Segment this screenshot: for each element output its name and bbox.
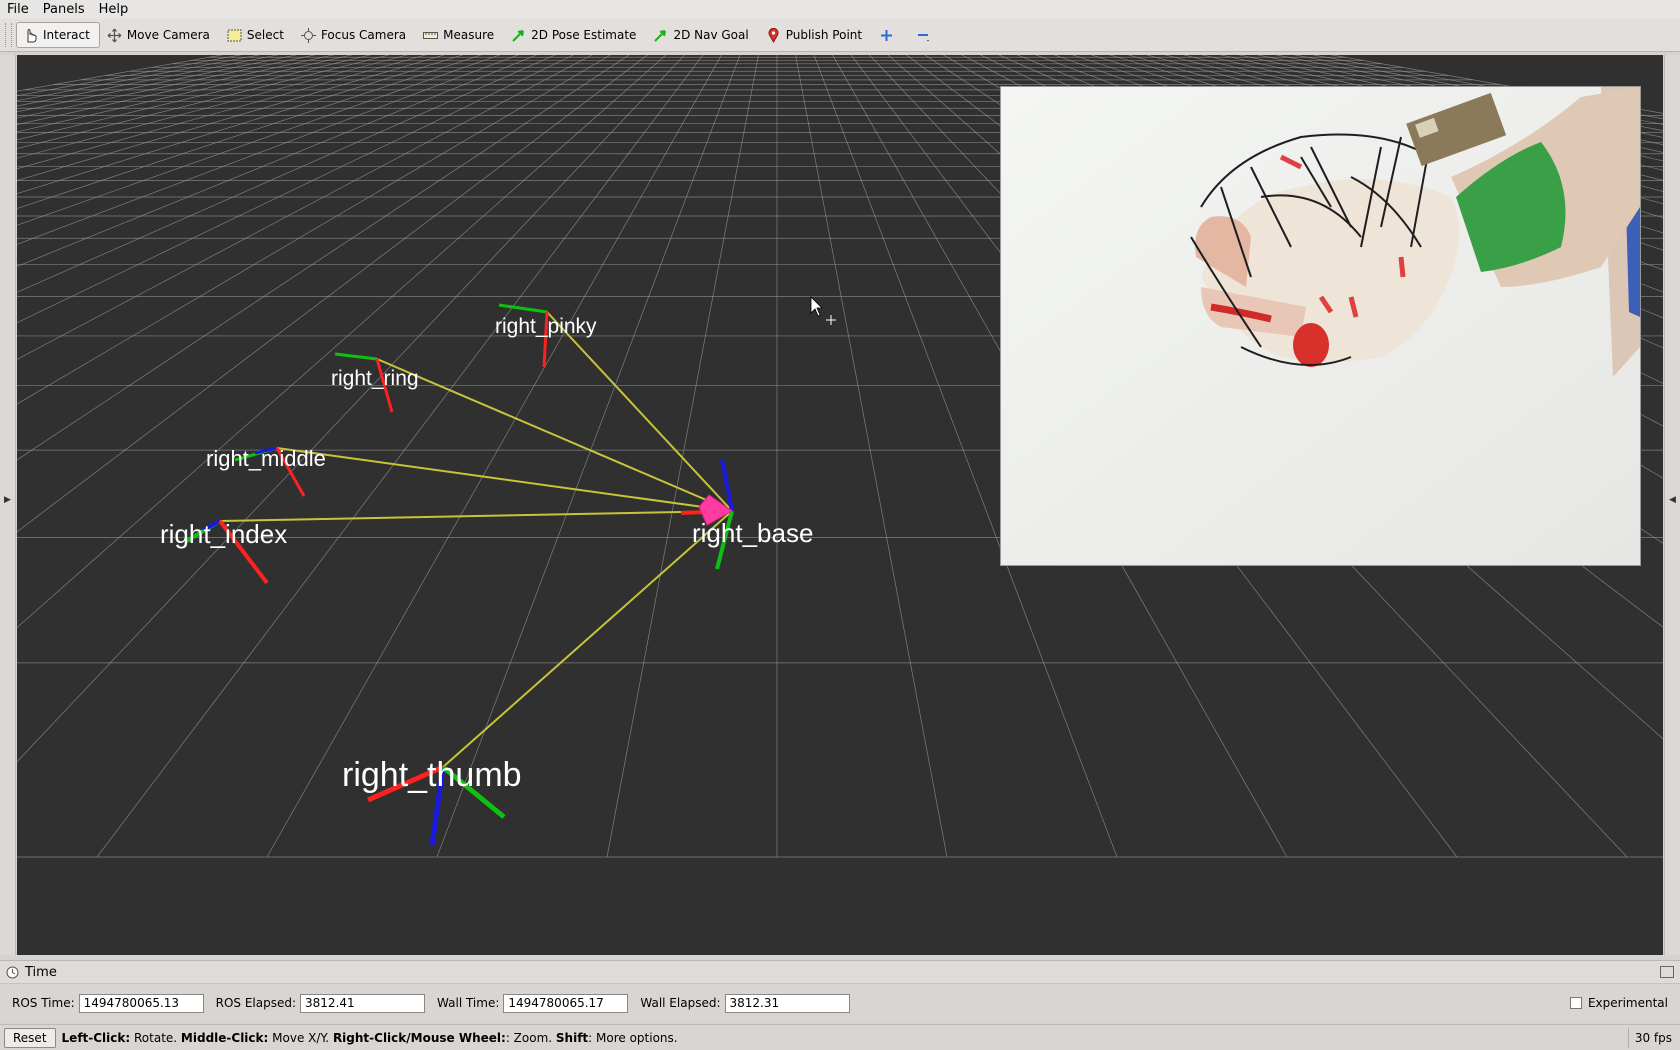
time-panel-title: Time — [25, 964, 57, 980]
label-right-thumb: right_thumb — [342, 756, 522, 794]
grid-line — [17, 55, 593, 360]
experimental-checkbox[interactable] — [1569, 997, 1582, 1009]
mouse-cursor-icon — [810, 296, 836, 325]
fps-indicator: 30 fps — [1627, 1027, 1672, 1048]
left-dock-collapse-bar[interactable]: ▶ — [0, 55, 16, 955]
menu-help[interactable]: Help — [92, 0, 136, 19]
nav-goal-label: 2D Nav Goal — [673, 28, 749, 42]
status-hint: Left-Click: Rotate. Middle-Click: Move X… — [62, 1031, 678, 1045]
hint-right-click-desc: : Zoom. — [505, 1030, 556, 1045]
map-pin-icon — [766, 27, 781, 43]
wall-elapsed-field[interactable] — [724, 993, 850, 1013]
glove-hand-image — [1001, 87, 1640, 565]
green-arrow-icon — [653, 28, 668, 43]
tools-toolbar: Interact Move Camera Select Focus Camera… — [0, 19, 1680, 52]
camera-image-overlay — [1000, 86, 1641, 566]
plus-icon — [879, 28, 894, 43]
ros-time-label: ROS Time: — [12, 996, 75, 1010]
measure-label: Measure — [443, 28, 495, 42]
expand-right-icon: ▶ — [4, 495, 11, 505]
grid-line — [436, 55, 741, 858]
hint-middle-click: Middle-Click: — [180, 1030, 269, 1045]
move-camera-label: Move Camera — [126, 28, 210, 42]
grid-line — [606, 55, 759, 858]
hint-shift: Shift — [555, 1030, 589, 1045]
interact-label: Interact — [43, 28, 90, 42]
clock-icon — [6, 966, 19, 979]
reset-button[interactable]: Reset — [4, 1027, 56, 1048]
panel-float-button[interactable] — [1660, 966, 1674, 978]
hint-left-click-desc: Rotate. — [130, 1030, 181, 1045]
grid-line — [17, 55, 649, 533]
hint-middle-click-desc: Move X/Y. — [268, 1030, 333, 1045]
wall-elapsed-label: Wall Elapsed: — [640, 996, 721, 1010]
focus-camera-tool-button[interactable]: Focus Camera — [294, 22, 416, 48]
focus-camera-label: Focus Camera — [320, 28, 407, 42]
move-camera-tool-button[interactable]: Move Camera — [100, 22, 220, 48]
expand-left-icon: ◀ — [1669, 495, 1676, 505]
hand-pointer-icon — [23, 28, 38, 43]
time-panel-header: Time — [0, 960, 1680, 984]
menu-file[interactable]: File — [0, 0, 36, 19]
interact-tool-button[interactable]: Interact — [16, 22, 100, 48]
select-tool-button[interactable]: Select — [220, 22, 294, 48]
add-tool-button[interactable] — [872, 22, 909, 48]
ros-time-field[interactable] — [78, 993, 204, 1013]
grid-line — [795, 55, 948, 858]
remove-tool-button[interactable] — [909, 22, 946, 48]
ros-elapsed-label: ROS Elapsed: — [215, 996, 297, 1010]
link-thumb — [442, 510, 733, 768]
status-bar: Reset Left-Click: Rotate. Middle-Click: … — [0, 1024, 1680, 1050]
label-right-base: right_base — [692, 518, 813, 548]
label-right-pinky: right_pinky — [495, 315, 597, 338]
hint-shift-desc: : More options. — [588, 1030, 678, 1045]
wall-time-field[interactable] — [503, 993, 629, 1013]
wall-time-label: Wall Time: — [437, 996, 500, 1010]
focus-crosshair-icon — [300, 27, 316, 43]
pose-estimate-label: 2D Pose Estimate — [531, 28, 637, 42]
label-right-index: right_index — [160, 519, 287, 549]
right-dock-collapse-bar[interactable]: ◀ — [1664, 55, 1680, 955]
publish-point-label: Publish Point — [785, 28, 863, 42]
hint-right-click: Right-Click/Mouse Wheel: — [332, 1030, 506, 1045]
ros-elapsed-field[interactable] — [300, 993, 426, 1013]
selection-box-icon — [227, 28, 242, 43]
publish-point-tool-button[interactable]: Publish Point — [759, 22, 872, 48]
time-panel: ROS Time: ROS Elapsed: Wall Time: Wall E… — [0, 984, 1680, 1022]
experimental-option[interactable]: Experimental — [1569, 996, 1668, 1010]
label-right-middle: right_middle — [206, 446, 326, 471]
pose-estimate-tool-button[interactable]: 2D Pose Estimate — [504, 22, 646, 48]
select-label: Select — [246, 28, 284, 42]
toolbar-grip[interactable] — [5, 23, 12, 47]
link-ring — [376, 358, 733, 512]
link-index — [219, 510, 733, 522]
measure-tool-button[interactable]: Measure — [416, 22, 504, 48]
link-middle — [276, 447, 733, 512]
frame-axes-base — [680, 459, 734, 570]
minus-icon — [916, 28, 931, 43]
hint-left-click: Left-Click: — [61, 1030, 131, 1045]
menu-panels[interactable]: Panels — [36, 0, 92, 19]
experimental-label: Experimental — [1587, 996, 1668, 1010]
move-arrows-icon — [107, 28, 122, 43]
menu-bar: File Panels Help — [0, 0, 1680, 19]
ruler-icon — [423, 28, 439, 43]
label-right-ring: right_ring — [331, 367, 419, 390]
green-arrow-icon — [511, 28, 526, 43]
nav-goal-tool-button[interactable]: 2D Nav Goal — [646, 22, 758, 48]
grid-line — [96, 55, 704, 858]
render-viewport[interactable]: right_pinky right_ring right_middle righ… — [17, 55, 1663, 955]
